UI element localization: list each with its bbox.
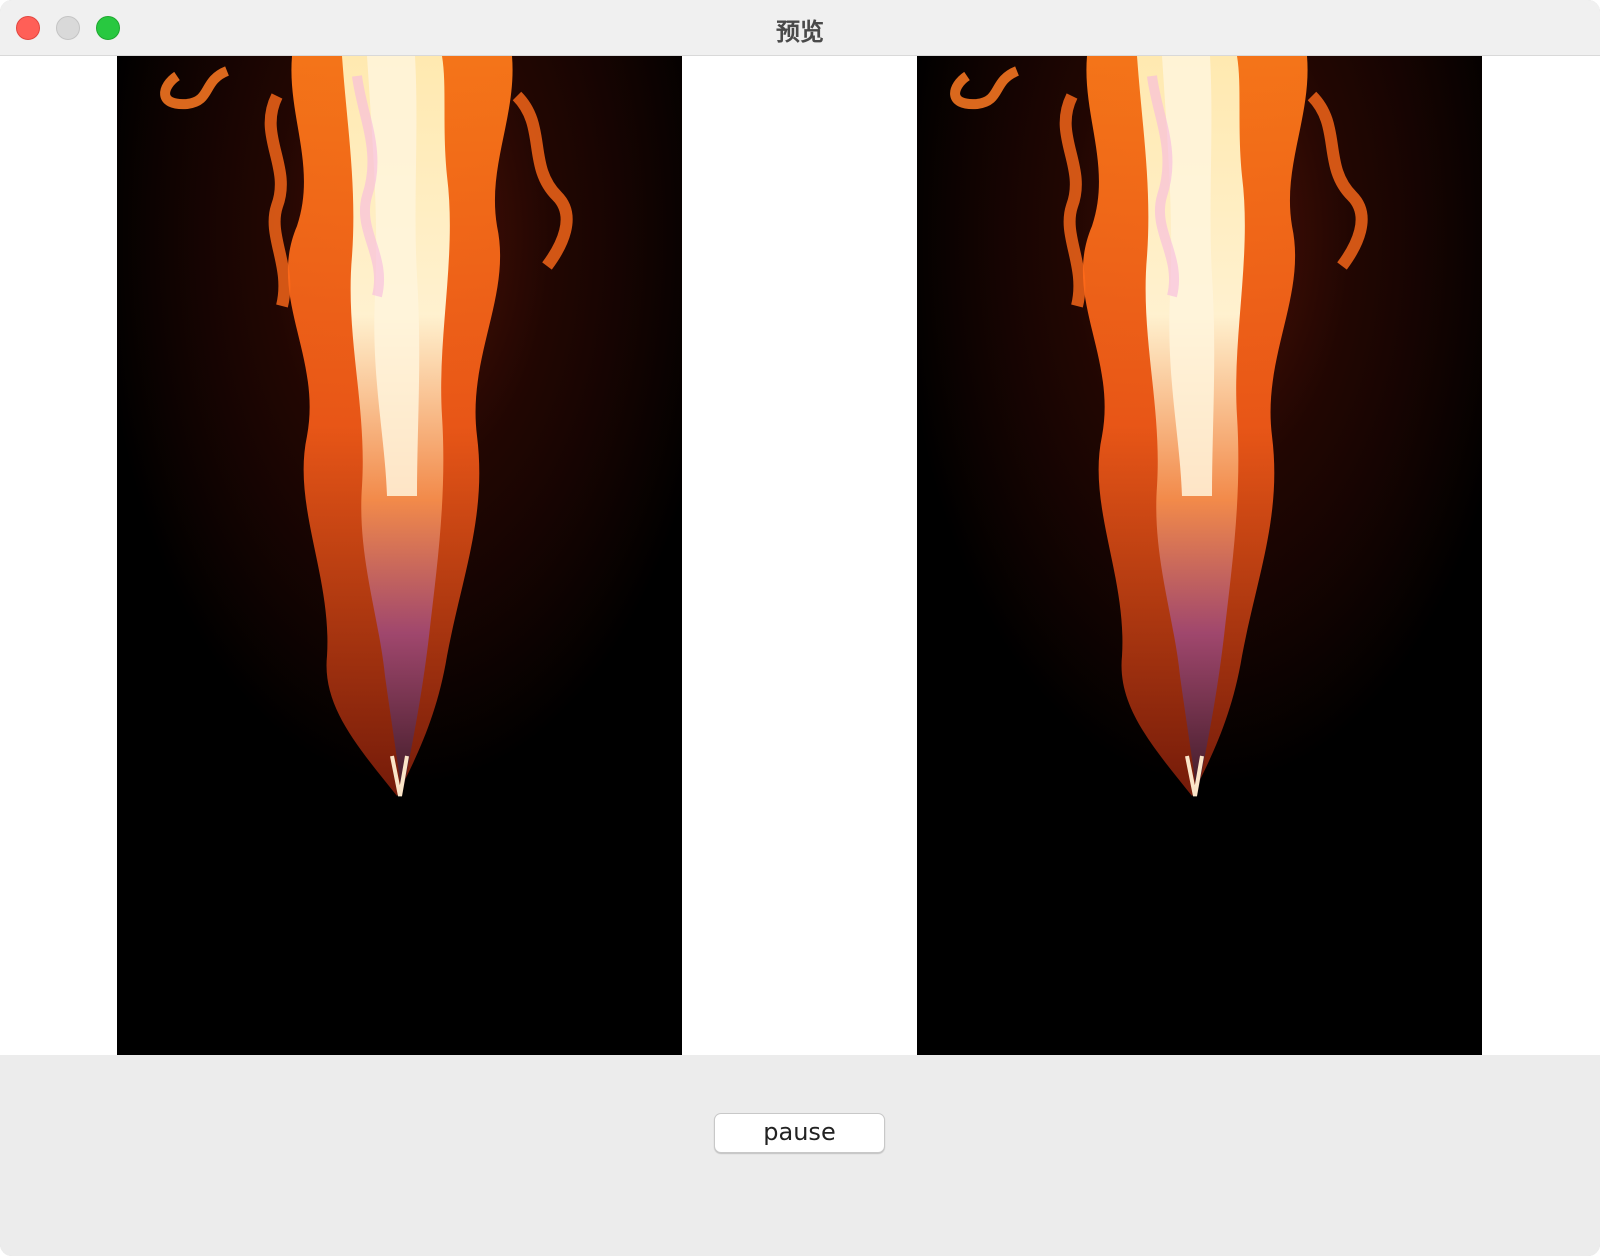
window-title: 预览 <box>776 18 824 46</box>
preview-window: 预览 pause <box>0 0 1600 1256</box>
controls-panel: pause <box>0 1055 1600 1256</box>
pause-button[interactable]: pause <box>714 1113 885 1153</box>
preview-area <box>0 56 1600 1055</box>
fire-image-right <box>917 56 1482 1055</box>
title-bar[interactable]: 预览 <box>0 0 1600 56</box>
fire-image-left <box>117 56 682 1055</box>
video-preview-left <box>117 56 682 1055</box>
video-preview-right <box>917 56 1482 1055</box>
